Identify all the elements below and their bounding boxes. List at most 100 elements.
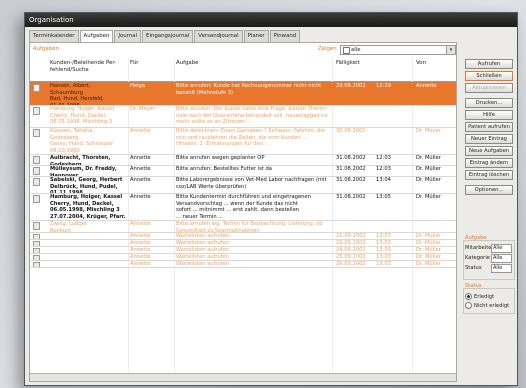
drucken-button[interactable]: Drucken... bbox=[465, 98, 513, 108]
cell-task: Bitte anrufen: Bestelltes Futter ist da bbox=[176, 166, 272, 172]
filter-label: Status bbox=[465, 265, 482, 271]
task-icon bbox=[33, 167, 40, 175]
cell-task: Bitte abrechnen: Einen Gamaben ? Schauen… bbox=[176, 128, 325, 147]
column-from[interactable]: Von bbox=[416, 60, 426, 67]
filter-select[interactable]: Alle bbox=[491, 264, 512, 273]
window-title: Organisation bbox=[25, 13, 517, 27]
task-icon bbox=[33, 107, 40, 115]
tab-versandjournal[interactable]: Versandjournal bbox=[194, 30, 243, 42]
table-row[interactable]: Hansen, Albert, Schaumburg Bad, Hund, He… bbox=[30, 82, 456, 106]
tasks-heading: Aufgaben bbox=[33, 46, 59, 52]
cell-due-time: 12:03 bbox=[376, 155, 391, 161]
cell-due-date: 31.08.2002 bbox=[336, 177, 366, 183]
patient-aufrufen-button[interactable]: Patient aufrufen bbox=[465, 122, 513, 132]
table-header: Kunden-/Beleihende Per- fehlend/Suche Fü… bbox=[30, 58, 456, 82]
tasks-pane: Aufgaben Zeigen alle ▾ Kunden-/Beleihend… bbox=[29, 42, 457, 382]
table-row[interactable]: Hamburg, Holger, Kassel Cherry, Hund, Da… bbox=[30, 193, 456, 221]
cell-client: Hamburg, Holger, Kassel Cherry, Hund, Da… bbox=[50, 106, 115, 125]
cell-due-date: 31.08.2002 bbox=[336, 166, 366, 172]
cell-from: Dr. Müller bbox=[416, 166, 441, 172]
filter-label: Kategorie bbox=[465, 255, 490, 261]
cell-due-time: 12:03 bbox=[376, 166, 391, 172]
horizontal-scrollbar[interactable] bbox=[30, 373, 456, 381]
eintrag-ändern-button[interactable]: Eintrag ändern bbox=[465, 158, 513, 168]
cell-task: Bitte Kundentermin durchführen und einge… bbox=[176, 194, 311, 220]
cell-from: Dr. Müller bbox=[416, 261, 441, 267]
show-label: Zeigen bbox=[318, 46, 337, 52]
neuer-eintrag-button[interactable]: Neuer Eintrag bbox=[465, 134, 513, 144]
column-task[interactable]: Aufgabe bbox=[176, 60, 198, 67]
optionen-button[interactable]: Optionen... bbox=[465, 185, 513, 195]
cell-client: Hamburg, Holger, Kassel Cherry, Hund, Da… bbox=[50, 194, 126, 220]
column-for[interactable]: Für bbox=[130, 60, 138, 67]
table-row[interactable]: Klausen, Tatiana, Godesberg Gassy, Hund,… bbox=[30, 127, 456, 155]
cell-for: Dr. Meyer bbox=[130, 106, 156, 112]
cell-client: Hansen, Albert, Schaumburg Bad, Hund, He… bbox=[50, 83, 104, 106]
eintrag-löschen-button[interactable]: Eintrag löschen bbox=[465, 170, 513, 180]
cell-from: Dr. Müller bbox=[416, 177, 441, 183]
cell-from: Dr. Müller bbox=[416, 155, 441, 161]
tab-journal[interactable]: Journal bbox=[114, 30, 142, 42]
tab-planer[interactable]: Planer bbox=[243, 30, 269, 42]
status-radio[interactable]: Nicht erledigt bbox=[465, 302, 509, 309]
task-icon bbox=[33, 156, 40, 164]
cell-due-time: 13:03 bbox=[376, 261, 391, 267]
cell-task: Bitte anrufen: Kunde hat Rechnungsnummer… bbox=[176, 83, 322, 96]
task-icon bbox=[33, 262, 40, 267]
tab-terminkalender[interactable]: Terminkalender bbox=[29, 30, 79, 42]
cell-due-date: 31.08.2002 bbox=[336, 155, 366, 161]
cell-due-date: 29.08.2002 bbox=[336, 83, 366, 89]
show-filter-select[interactable]: alle ▾ bbox=[340, 45, 456, 55]
status-radio[interactable]: Erledigt bbox=[465, 293, 494, 300]
task-icon bbox=[33, 178, 40, 186]
filter-bar: Aufgaben Zeigen alle ▾ bbox=[30, 43, 456, 57]
filter-select[interactable]: Alle bbox=[491, 244, 512, 253]
task-icon bbox=[33, 129, 40, 137]
cell-for: Annette bbox=[130, 261, 151, 267]
cell-from: Annette bbox=[416, 83, 437, 89]
filter-label: Mitarbeiter bbox=[465, 245, 494, 251]
cell-due-time: 12:29 bbox=[376, 83, 391, 89]
hilfe-button[interactable]: Hilfe bbox=[465, 110, 513, 120]
filter-select[interactable]: Alle bbox=[491, 254, 512, 263]
aufrufen-button[interactable]: Aufrufen bbox=[465, 59, 513, 69]
cell-from: Dr. Müller bbox=[416, 194, 441, 200]
table-row[interactable]: Annette Wartelisten aufrufen 26.09.2002 13:… bbox=[30, 260, 456, 268]
task-icon bbox=[33, 195, 40, 203]
table-row[interactable]: Hamburg, Holger, Kassel Cherry, Hund, Da… bbox=[30, 105, 456, 128]
task-icon bbox=[33, 84, 40, 92]
cell-task: Bitte anrufen: Der Kunde hatte eine Frag… bbox=[176, 106, 328, 125]
aktualisieren-button[interactable]: Aktualisieren bbox=[465, 83, 513, 93]
tab-pinwand[interactable]: Pinwand bbox=[269, 30, 301, 42]
checkbox-icon bbox=[343, 47, 350, 54]
column-due[interactable]: Fälligkeit bbox=[336, 60, 360, 67]
status-group bbox=[463, 288, 515, 314]
cell-client: Klausen, Tatiana, Godesberg Gassy, Hund,… bbox=[50, 128, 114, 154]
tab-eingangsjournal[interactable]: Eingangsjournal bbox=[142, 30, 194, 42]
tab-bar: Terminkalender Aufgaben Journal Eingangsjou… bbox=[29, 30, 301, 42]
cell-due-time: 13:04 bbox=[376, 177, 391, 183]
organisation-window: Organisation Terminkalender Aufgaben Journ… bbox=[24, 12, 518, 386]
cell-due-date: 26.09.2002 bbox=[336, 261, 366, 267]
cell-for: Annette bbox=[130, 155, 151, 161]
schließen-button[interactable]: Schließen bbox=[465, 71, 513, 81]
cell-for: Annette bbox=[130, 194, 151, 200]
cell-for: Annette bbox=[130, 221, 151, 227]
chevron-down-icon[interactable]: ▾ bbox=[446, 46, 455, 54]
cell-for: Helga bbox=[130, 83, 146, 89]
task-icon bbox=[33, 222, 40, 230]
neue-aufgaben-button[interactable]: Neue Aufgaben bbox=[465, 146, 513, 156]
cell-client: Sabelski, Georg, Herbert Delbrück, Hund,… bbox=[50, 177, 123, 194]
cell-task: Wartelisten aufrufen bbox=[176, 261, 230, 267]
cell-due-date: 31.08.2002 bbox=[336, 194, 366, 200]
status-radio-label: Nicht erledigt bbox=[474, 303, 510, 309]
cell-task: Bitte anrufen wegen geplanter OP bbox=[176, 155, 265, 161]
table-row[interactable]: Sabelski, Georg, Herbert Delbrück, Hund,… bbox=[30, 176, 456, 194]
cell-due-date: 30.08.2002 bbox=[336, 128, 366, 134]
tab-aufgaben[interactable]: Aufgaben bbox=[79, 30, 114, 42]
radio-icon bbox=[465, 302, 472, 309]
cell-for: Annette bbox=[130, 177, 151, 183]
cell-for: Annette bbox=[130, 128, 151, 134]
column-client[interactable]: Kunden-/Beleihende Per- fehlend/Suche bbox=[50, 60, 130, 73]
cell-for: Annette bbox=[130, 166, 151, 172]
